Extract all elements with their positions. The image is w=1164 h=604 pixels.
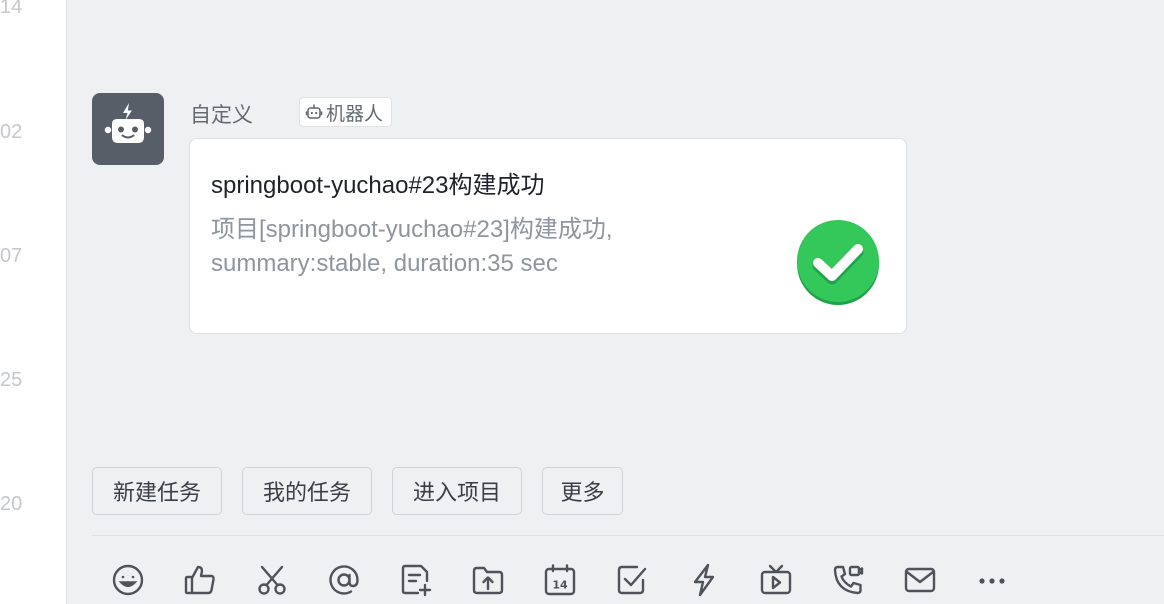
quick-action-button[interactable]: [686, 562, 722, 598]
upload-button[interactable]: [470, 562, 506, 598]
calendar-icon: 14: [544, 564, 576, 596]
timeline-number: 07: [0, 245, 23, 267]
message-card[interactable]: springboot-yuchao#23构建成功 项目[springboot-y…: [189, 138, 907, 334]
screenshot-button[interactable]: [254, 562, 290, 598]
success-check-icon: [797, 220, 879, 305]
robot-icon: [104, 103, 152, 143]
timeline-rail: 14 02 07 25 20: [0, 0, 67, 604]
scissors-icon: [258, 565, 286, 595]
more-button[interactable]: 更多: [542, 467, 623, 515]
sender-name[interactable]: 自定义: [190, 99, 253, 129]
doc-button[interactable]: [398, 562, 434, 598]
call-button[interactable]: [830, 562, 866, 598]
doc-add-icon: [401, 564, 432, 597]
card-body-line: summary:stable, duration:35 sec: [211, 250, 558, 277]
thumbs-up-icon: [184, 565, 215, 595]
card-body: 项目[springboot-yuchao#23]构建成功, summary:st…: [211, 213, 771, 281]
more-toolbar-button[interactable]: [974, 562, 1010, 598]
card-body-line: 项目[springboot-yuchao#23]构建成功,: [211, 216, 613, 243]
mail-icon: [904, 567, 936, 593]
my-tasks-button[interactable]: 我的任务: [242, 467, 372, 515]
bot-avatar[interactable]: [92, 93, 164, 165]
bot-tag-label: 机器人: [326, 103, 384, 125]
robot-tag-icon: [305, 104, 323, 119]
mail-button[interactable]: [902, 562, 938, 598]
mention-button[interactable]: [326, 562, 362, 598]
new-task-button[interactable]: 新建任务: [92, 467, 222, 515]
divider: [92, 535, 1164, 536]
task-button[interactable]: [614, 562, 650, 598]
more-icon: [979, 578, 1005, 584]
calendar-button[interactable]: 14: [542, 562, 578, 598]
enter-project-button[interactable]: 进入项目: [392, 467, 522, 515]
timeline-number: 02: [0, 121, 23, 143]
like-button[interactable]: [182, 562, 218, 598]
folder-upload-icon: [472, 566, 504, 595]
card-title: springboot-yuchao#23构建成功: [211, 172, 545, 199]
video-icon: [760, 564, 792, 595]
emoji-button[interactable]: [110, 562, 146, 598]
emoji-icon: [112, 564, 144, 596]
timeline-number: 25: [0, 369, 23, 391]
video-button[interactable]: [758, 562, 794, 598]
lightning-icon: [693, 563, 715, 597]
task-check-icon: [617, 565, 647, 595]
timeline-number: 20: [0, 493, 23, 515]
bot-tag: 机器人: [299, 97, 393, 127]
mention-icon: [329, 565, 359, 595]
calendar-day: 14: [552, 579, 568, 592]
phone-icon: [833, 565, 864, 595]
timeline-number: 14: [0, 0, 23, 18]
